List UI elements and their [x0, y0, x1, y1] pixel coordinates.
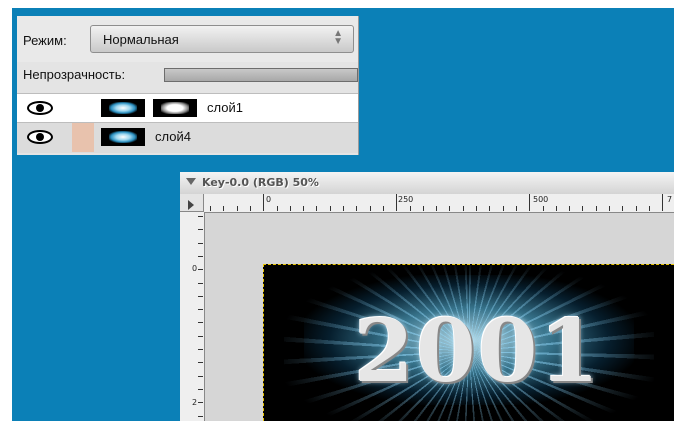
mode-value: Нормальная: [103, 32, 179, 47]
layer-thumbnail[interactable]: [101, 99, 145, 117]
ruler-tick: [343, 206, 344, 211]
ruler-tick: [582, 206, 583, 211]
ruler-tick: [263, 194, 264, 211]
ruler-label: 0: [266, 195, 272, 204]
canvas-area[interactable]: 2001: [205, 213, 674, 421]
ruler-tick: [198, 362, 203, 363]
ruler-tick: [436, 206, 437, 211]
eye-icon[interactable]: [27, 130, 53, 144]
mode-label: Режим:: [23, 33, 67, 48]
ruler-tick: [198, 376, 203, 377]
ruler-tick: [649, 206, 650, 211]
ruler-tick: [210, 206, 211, 211]
ruler-tick: [237, 206, 238, 211]
opacity-label: Непрозрачность:: [23, 67, 126, 82]
ruler-tick: [356, 206, 357, 211]
ruler-tick: [543, 206, 544, 211]
image-window-titlebar[interactable]: Key-0.0 (RGB) 50%: [180, 172, 674, 195]
up-down-arrows-icon: ▲ ▼: [333, 28, 343, 47]
ruler-tick: [198, 229, 203, 230]
layer-mask-thumbnail[interactable]: [153, 99, 197, 117]
ruler-tick: [198, 216, 203, 217]
mode-select[interactable]: Нормальная ▲ ▼: [90, 25, 354, 53]
triangle-right-icon[interactable]: [180, 194, 204, 212]
ruler-tick: [410, 206, 411, 211]
ruler-tick: [198, 416, 203, 417]
layer-row-2[interactable]: слой4: [17, 122, 358, 153]
ruler-tick: [636, 206, 637, 211]
ruler-tick: [303, 206, 304, 211]
ruler-tick: [556, 206, 557, 211]
layers-panel: Режим: Нормальная ▲ ▼ Непрозрачность: сло…: [17, 16, 359, 155]
ruler-tick: [198, 349, 203, 350]
ruler-tick: [596, 206, 597, 211]
opacity-slider[interactable]: [164, 68, 358, 82]
ruler-label: 500: [533, 195, 549, 204]
ruler-tick: [370, 206, 371, 211]
ruler-tick: [476, 206, 477, 211]
window-title: Key-0.0 (RGB) 50%: [202, 176, 319, 189]
ruler-tick: [198, 283, 203, 284]
ruler-tick: [223, 206, 224, 211]
ruler-tick: [569, 206, 570, 211]
layer-name[interactable]: слой4: [155, 129, 191, 144]
ruler-tick: [250, 206, 251, 211]
ruler-tick: [198, 336, 203, 337]
ruler-tick: [529, 194, 530, 211]
ruler-tick: [198, 402, 203, 403]
ruler-tick: [198, 256, 203, 257]
ruler-tick: [489, 206, 490, 211]
ruler-label: 250: [398, 195, 414, 204]
ruler-tick: [198, 243, 203, 244]
ruler-tick: [396, 194, 397, 211]
eye-icon[interactable]: [27, 101, 53, 115]
ruler-tick: [198, 389, 203, 390]
ruler-label: 2: [192, 398, 198, 407]
layer-row-1[interactable]: слой1: [17, 93, 358, 122]
layer-thumbnail[interactable]: [101, 128, 145, 146]
ruler-label: 0: [192, 264, 198, 273]
opacity-row: Непрозрачность:: [17, 62, 358, 90]
ruler-tick: [622, 206, 623, 211]
ruler-tick: [423, 206, 424, 211]
ruler-tick: [198, 309, 203, 310]
ruler-tick: [277, 206, 278, 211]
ruler-tick: [609, 206, 610, 211]
ruler-tick: [198, 322, 203, 323]
image-window: Key-0.0 (RGB) 50% 0 250 500 7 0 2 2001: [180, 172, 674, 421]
ruler-tick: [516, 206, 517, 211]
horizontal-ruler[interactable]: 0 250 500 7: [204, 194, 674, 213]
triangle-down-icon[interactable]: [186, 178, 196, 185]
layer-link-cell[interactable]: [72, 123, 94, 152]
ruler-tick: [290, 206, 291, 211]
ruler-tick: [503, 206, 504, 211]
ruler-tick: [330, 206, 331, 211]
ruler-tick: [198, 269, 203, 270]
ruler-tick: [198, 296, 203, 297]
vertical-ruler[interactable]: 0 2: [180, 212, 205, 421]
image-text-2001: 2001: [354, 301, 602, 402]
ruler-tick: [383, 206, 384, 211]
ruler-tick: [449, 206, 450, 211]
ruler-label: 7: [667, 195, 673, 204]
ruler-tick: [463, 206, 464, 211]
layer-name[interactable]: слой1: [207, 100, 243, 115]
ruler-tick: [316, 206, 317, 211]
ruler-tick: [662, 194, 663, 211]
image-canvas[interactable]: 2001: [263, 264, 674, 421]
mode-row: Режим: Нормальная ▲ ▼: [17, 16, 358, 62]
